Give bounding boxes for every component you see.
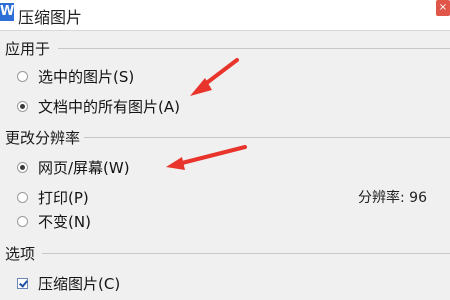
annotation-arrow-2	[166, 145, 247, 170]
radio-option-web-screen[interactable]: 网页/屏幕(W)	[17, 156, 130, 178]
radio-button[interactable]	[17, 70, 28, 82]
checkbox-label: 压缩图片(C)	[38, 274, 121, 293]
radio-button[interactable]	[17, 191, 28, 203]
radio-option-no-change[interactable]: 不变(N)	[17, 210, 91, 232]
options-heading: 选项	[5, 245, 36, 263]
section-divider	[42, 253, 450, 254]
resolution-value-label: 分辨率: 96	[358, 190, 427, 206]
checkbox-option-compress-pictures[interactable]: 压缩图片(C)	[17, 272, 120, 294]
radio-button-checked[interactable]	[17, 100, 28, 112]
radio-label: 文档中的所有图片(A)	[38, 97, 180, 116]
radio-option-selected-picture[interactable]: 选中的图片(S)	[17, 65, 134, 87]
radio-label: 打印(P)	[38, 188, 89, 207]
radio-option-print[interactable]: 打印(P)	[17, 186, 89, 208]
section-divider	[84, 137, 450, 138]
apply-to-heading: 应用于	[5, 40, 51, 58]
annotation-arrows	[166, 58, 247, 170]
radio-label: 不变(N)	[38, 212, 91, 231]
window-title: 压缩图片	[18, 8, 83, 27]
section-divider	[58, 48, 450, 49]
title-bar: W 压缩图片 ×	[0, 0, 450, 31]
radio-option-all-pictures[interactable]: 文档中的所有图片(A)	[17, 95, 180, 117]
radio-button-checked[interactable]	[17, 161, 28, 173]
close-button[interactable]: ×	[436, 0, 450, 16]
wps-app-icon: W	[0, 3, 15, 21]
change-resolution-heading: 更改分辨率	[5, 129, 81, 147]
checkbox-checked[interactable]	[17, 277, 28, 289]
radio-button[interactable]	[17, 215, 28, 227]
radio-label: 选中的图片(S)	[38, 67, 135, 86]
radio-label: 网页/屏幕(W)	[38, 158, 130, 177]
annotation-arrow-1	[190, 58, 239, 96]
